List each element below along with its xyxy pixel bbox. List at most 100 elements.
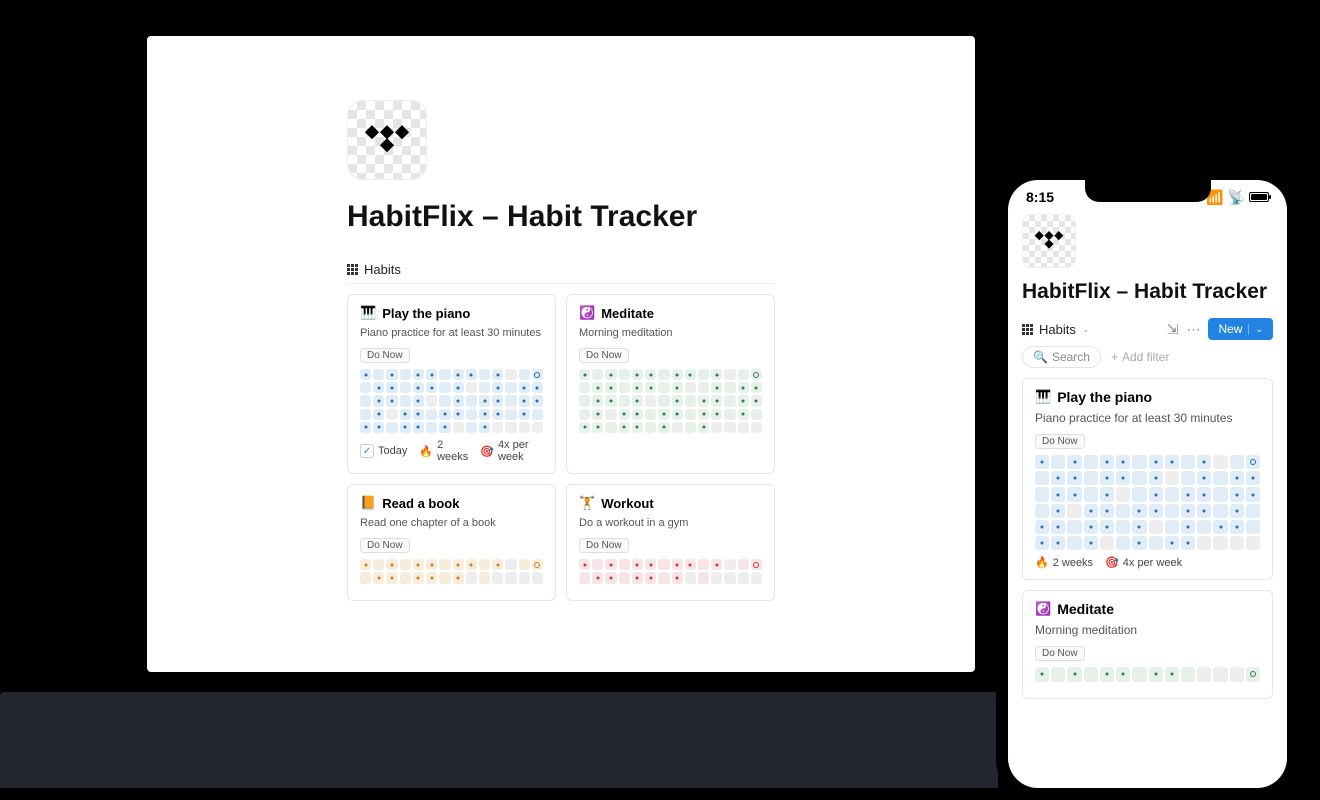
heatmap-cell (1084, 504, 1098, 518)
heatmap-cell (619, 382, 630, 393)
heatmap-cell (373, 382, 384, 393)
view-label: Habits (364, 262, 401, 277)
heatmap-cell (1197, 667, 1211, 681)
heatmap-cell (605, 369, 616, 380)
habit-heatmap (360, 559, 543, 583)
heatmap-cell (605, 559, 616, 570)
heatmap-cell (519, 369, 530, 380)
heatmap-cell (400, 382, 411, 393)
new-button[interactable]: New ⌄ (1208, 318, 1273, 340)
heatmap-cell (672, 559, 683, 570)
heatmap-cell (672, 409, 683, 420)
heatmap-cell (685, 382, 696, 393)
habit-card-read[interactable]: 📙Read a bookRead one chapter of a bookDo… (347, 484, 556, 600)
heatmap-cell (645, 409, 656, 420)
heatmap-cell (532, 422, 543, 433)
heatmap-cell (439, 409, 450, 420)
habit-subtitle: Do a workout in a gym (579, 517, 762, 529)
habit-icon: 📙 (360, 495, 376, 511)
habit-icon: ☯️ (1035, 601, 1051, 617)
heatmap-cell (1197, 504, 1211, 518)
heatmap-cell (672, 382, 683, 393)
add-filter-button[interactable]: + Add filter (1111, 350, 1169, 364)
habit-card-workout[interactable]: 🏋️WorkoutDo a workout in a gymDo Now (566, 484, 775, 600)
heatmap-cell (698, 409, 709, 420)
heatmap-cell (1149, 536, 1163, 550)
view-tab-habits[interactable]: Habits (347, 262, 775, 284)
heatmap-cell (439, 369, 450, 380)
heatmap-cell (698, 572, 709, 583)
heatmap-cell (698, 422, 709, 433)
habit-card-piano[interactable]: 🎹Play the pianoPiano practice for at lea… (1022, 378, 1273, 580)
wifi-icon: 📡 (1228, 189, 1245, 206)
heatmap-cell (645, 559, 656, 570)
habit-heatmap (1035, 667, 1260, 681)
heatmap-cell (426, 422, 437, 433)
heatmap-cell (632, 422, 643, 433)
heatmap-cell (1149, 487, 1163, 501)
do-now-button[interactable]: Do Now (579, 348, 629, 363)
heatmap-cell (1067, 520, 1081, 534)
heatmap-cell (439, 422, 450, 433)
expand-icon[interactable]: ⇲ (1167, 321, 1179, 338)
do-now-button[interactable]: Do Now (360, 538, 410, 553)
heatmap-cell (738, 395, 749, 406)
heatmap-cell (605, 572, 616, 583)
habit-title-label: Play the piano (1057, 389, 1152, 405)
search-input[interactable]: 🔍 Search (1022, 346, 1101, 368)
heatmap-cell (1181, 504, 1195, 518)
heatmap-cell (479, 559, 490, 570)
heatmap-cell (592, 422, 603, 433)
heatmap-cell (413, 382, 424, 393)
heatmap-cell (751, 572, 762, 583)
search-icon: 🔍 (1033, 350, 1048, 364)
heatmap-cell (1246, 536, 1260, 550)
heatmap-cell (592, 409, 603, 420)
heatmap-cell (532, 382, 543, 393)
heatmap-cell (751, 409, 762, 420)
heatmap-cell (751, 395, 762, 406)
heatmap-cell (619, 409, 630, 420)
heatmap-cell (492, 369, 503, 380)
heatmap-cell (373, 369, 384, 380)
heatmap-cell (619, 422, 630, 433)
view-label: Habits (1039, 322, 1076, 337)
heatmap-cell (1035, 455, 1049, 469)
habit-card-meditate[interactable]: ☯️MeditateMorning meditationDo Now (566, 294, 775, 474)
habit-card-piano[interactable]: 🎹Play the pianoPiano practice for at lea… (347, 294, 556, 474)
habit-title-label: Meditate (601, 306, 654, 321)
heatmap-cell (426, 395, 437, 406)
do-now-button[interactable]: Do Now (1035, 646, 1085, 661)
heatmap-cell (1100, 455, 1114, 469)
heatmap-cell (453, 572, 464, 583)
heatmap-cell (698, 382, 709, 393)
habit-heatmap (579, 369, 762, 433)
heatmap-cell (519, 572, 530, 583)
heatmap-cell (1067, 667, 1081, 681)
heatmap-cell (632, 382, 643, 393)
checkbox-icon[interactable]: ✓ (360, 444, 374, 458)
heatmap-cell (1165, 487, 1179, 501)
heatmap-cell (505, 559, 516, 570)
do-now-button[interactable]: Do Now (1035, 434, 1085, 449)
more-icon[interactable]: ⋯ (1186, 321, 1200, 338)
target-icon: 🎯 (480, 445, 494, 458)
heatmap-cell (711, 409, 722, 420)
heatmap-cell (1149, 504, 1163, 518)
heatmap-cell (1051, 487, 1065, 501)
heatmap-cell (1213, 520, 1227, 534)
heatmap-cell (1246, 520, 1260, 534)
heatmap-cell (479, 409, 490, 420)
habit-card-meditate[interactable]: ☯️MeditateMorning meditationDo Now (1022, 590, 1273, 698)
heatmap-cell (1181, 520, 1195, 534)
heatmap-cell (453, 382, 464, 393)
heatmap-cell (505, 572, 516, 583)
heatmap-cell (492, 395, 503, 406)
chevron-down-icon[interactable]: ⌄ (1248, 324, 1263, 335)
heatmap-cell (1084, 471, 1098, 485)
add-filter-label: Add filter (1122, 350, 1169, 364)
do-now-button[interactable]: Do Now (360, 348, 410, 363)
do-now-button[interactable]: Do Now (579, 538, 629, 553)
view-tab-habits[interactable]: Habits ⌄ (1022, 322, 1089, 337)
heatmap-cell (645, 395, 656, 406)
